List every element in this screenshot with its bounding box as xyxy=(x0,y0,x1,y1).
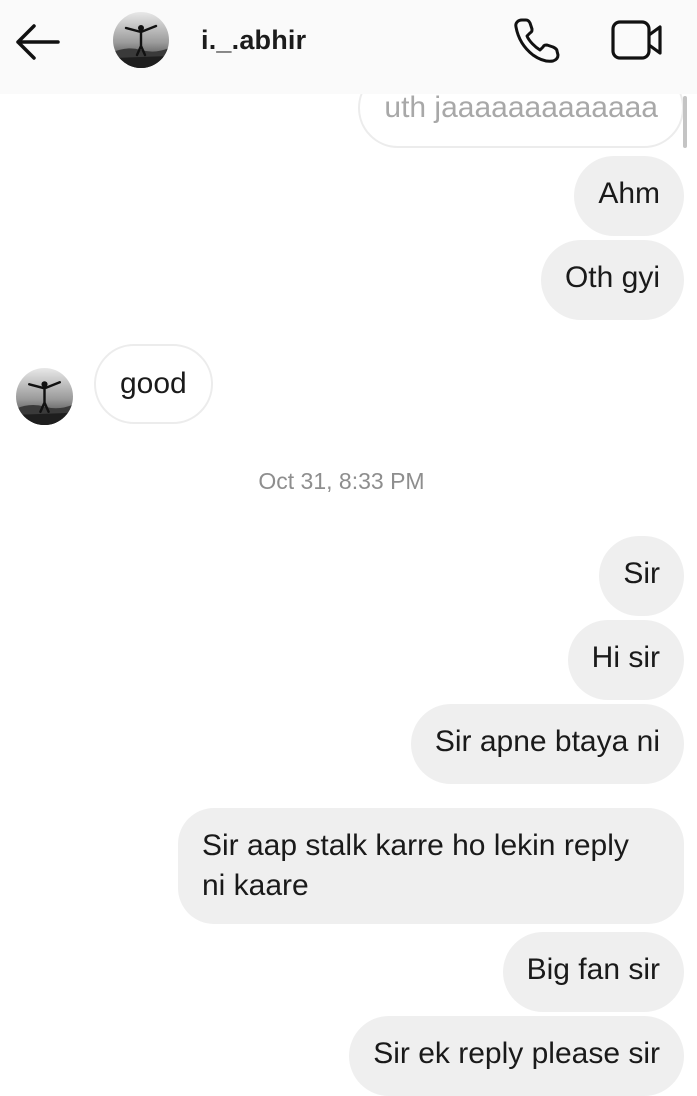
video-camera-icon[interactable] xyxy=(608,14,666,66)
message-sent[interactable]: Hi sir xyxy=(567,620,684,700)
message-sent[interactable]: Oth gyi xyxy=(540,240,684,320)
timestamp: Oct 31, 8:33 PM xyxy=(258,468,425,494)
message-received[interactable]: good xyxy=(94,344,213,424)
arrow-left-icon[interactable] xyxy=(10,20,64,64)
message-sent[interactable]: Sir xyxy=(599,536,684,616)
scrollbar[interactable] xyxy=(683,96,687,148)
username[interactable]: i._.abhir xyxy=(201,25,306,56)
message-sent[interactable]: Big fan sir xyxy=(502,932,684,1012)
profile-avatar[interactable] xyxy=(113,12,169,68)
message-sent[interactable]: Ahm xyxy=(574,156,684,236)
phone-icon[interactable] xyxy=(510,14,564,66)
message-thread[interactable]: uth jaaaaaaaaaaaaa Ahm Oth gyi good Oct … xyxy=(0,0,697,1096)
message-sent[interactable]: Sir ek reply please sir xyxy=(349,1016,684,1096)
message-sent[interactable]: Sir apne btaya ni xyxy=(410,704,684,784)
sender-avatar[interactable] xyxy=(16,368,73,425)
message-sent[interactable]: Sir aap stalk karre ho lekin reply ni ka… xyxy=(178,808,684,924)
chat-header: i._.abhir xyxy=(0,0,697,94)
